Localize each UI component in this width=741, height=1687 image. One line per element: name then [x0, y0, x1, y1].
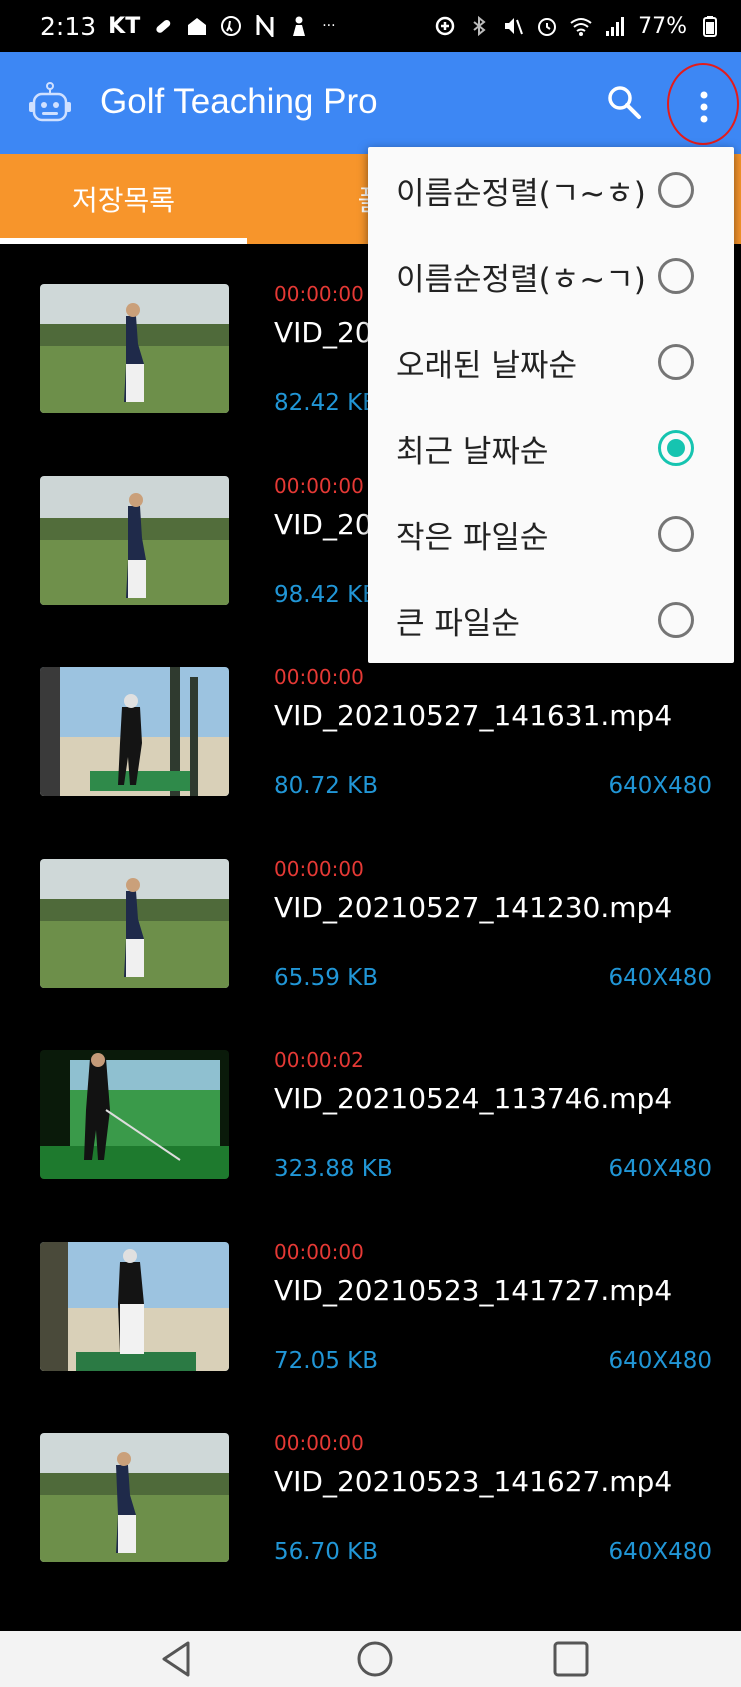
navigation-bar: [0, 1631, 741, 1687]
radio-button[interactable]: [658, 258, 694, 294]
recents-icon[interactable]: [551, 1639, 591, 1679]
list-item[interactable]: 00:00:02 VID_20210524_113746.mp4 323.88 …: [0, 1010, 741, 1202]
menu-item-name-asc[interactable]: 이름순정렬(ㄱ~ㅎ): [368, 147, 734, 233]
video-filename: VID_20210524_113746.mp4: [274, 1082, 673, 1115]
pill-icon: [156, 19, 171, 33]
sort-menu: 이름순정렬(ㄱ~ㅎ) 이름순정렬(ㅎ~ㄱ) 오래된 날짜순 최근 날짜순 작은 …: [368, 147, 734, 663]
menu-item-largest[interactable]: 큰 파일순: [368, 577, 734, 663]
radio-button[interactable]: [658, 344, 694, 380]
signal-icon: [606, 17, 625, 36]
video-resolution: 640X480: [608, 1539, 712, 1565]
video-thumbnail: [40, 667, 229, 796]
person-icon: [293, 16, 306, 36]
more-options-button[interactable]: [667, 63, 739, 145]
list-item[interactable]: 00:00:00 VID_20210523_141727.mp4 72.05 K…: [0, 1202, 741, 1394]
video-duration: 00:00:00: [274, 473, 364, 498]
video-thumbnail: [40, 1241, 229, 1371]
video-filename: VID_20210523_141627.mp4: [274, 1465, 673, 1498]
video-thumbnail: [40, 1433, 229, 1562]
app-bar: Golf Teaching Pro: [0, 52, 741, 154]
video-thumbnail: [40, 475, 229, 605]
menu-item-name-desc[interactable]: 이름순정렬(ㅎ~ㄱ): [368, 233, 734, 319]
video-filesize: 82.42 KB: [274, 390, 379, 416]
video-duration: 00:00:00: [274, 1239, 364, 1264]
mute-icon: [505, 18, 524, 35]
more-vert-icon: [700, 91, 708, 123]
radio-button-checked[interactable]: [658, 430, 694, 466]
video-resolution: 640X480: [608, 964, 712, 991]
tab-label: 저장목록: [71, 184, 176, 217]
video-filename: VID_20210527_141230.mp4: [274, 890, 673, 924]
video-filename: VID_20210527_141631.mp4: [274, 699, 673, 732]
video-resolution: 640X480: [608, 773, 712, 799]
radio-button[interactable]: [658, 172, 694, 208]
app-title: Golf Teaching Pro: [100, 82, 378, 121]
wifi-icon: [570, 18, 592, 36]
video-filename: VID_20: [274, 316, 373, 349]
video-thumbnail: [40, 284, 229, 413]
house-icon: [188, 18, 207, 35]
video-filesize: 323.88 KB: [274, 1156, 393, 1182]
list-item[interactable]: 00:00:00 VID_20210523_141627.mp4 56.70 K…: [0, 1393, 741, 1585]
video-filesize: 65.59 KB: [274, 964, 379, 991]
video-filesize: 80.72 KB: [274, 773, 379, 799]
menu-item-label: 오래된 날짜순: [396, 347, 577, 384]
radio-button[interactable]: [658, 602, 694, 638]
data-saver-icon: [435, 16, 455, 36]
video-filename: VID_20: [274, 507, 373, 541]
video-filesize: 56.70 KB: [274, 1539, 379, 1565]
video-filesize: 72.05 KB: [274, 1347, 379, 1374]
video-thumbnail: [40, 858, 229, 988]
menu-item-label: 최근 날짜순: [396, 433, 549, 470]
video-duration: 00:00:00: [274, 282, 364, 306]
video-filename: VID_20210523_141727.mp4: [274, 1273, 673, 1307]
video-duration: 00:00:00: [274, 665, 364, 689]
video-resolution: 640X480: [608, 1156, 712, 1182]
radio-button[interactable]: [658, 516, 694, 552]
search-icon[interactable]: [604, 82, 644, 122]
bluetooth-icon: [473, 15, 486, 37]
menu-item-label: 큰 파일순: [396, 605, 520, 642]
menu-item-label: 이름순정렬(ㄱ~ㅎ): [396, 175, 646, 212]
tab-saved-list[interactable]: 저장목록: [0, 154, 247, 244]
battery-icon: [703, 16, 717, 37]
walk-icon: [221, 16, 242, 36]
menu-item-newest[interactable]: 최근 날짜순: [368, 405, 734, 491]
menu-item-label: 이름순정렬(ㅎ~ㄱ): [396, 261, 646, 298]
home-icon[interactable]: [355, 1639, 395, 1679]
menu-item-smallest[interactable]: 작은 파일순: [368, 491, 734, 577]
robot-icon: [29, 82, 71, 122]
menu-item-oldest[interactable]: 오래된 날짜순: [368, 319, 734, 405]
video-duration: 00:00:00: [274, 1431, 364, 1455]
list-item[interactable]: 00:00:00 VID_20210527_141230.mp4 65.59 K…: [0, 819, 741, 1011]
alarm-icon: [538, 18, 557, 36]
video-filesize: 98.42 KB: [274, 581, 379, 608]
n-icon: [256, 15, 274, 37]
status-carrier: KT: [108, 13, 141, 39]
video-resolution: 640X480: [608, 1347, 712, 1374]
battery-percent: 77%: [638, 13, 687, 39]
menu-item-label: 작은 파일순: [396, 519, 549, 556]
back-icon[interactable]: [158, 1639, 194, 1679]
video-duration: 00:00:02: [274, 1048, 364, 1072]
more-notifications: ···: [322, 18, 336, 34]
status-bar: 2:13 KT ··· 77%: [0, 0, 741, 52]
status-time: 2:13: [40, 11, 97, 41]
video-thumbnail: [40, 1050, 229, 1179]
video-duration: 00:00:00: [274, 856, 364, 881]
